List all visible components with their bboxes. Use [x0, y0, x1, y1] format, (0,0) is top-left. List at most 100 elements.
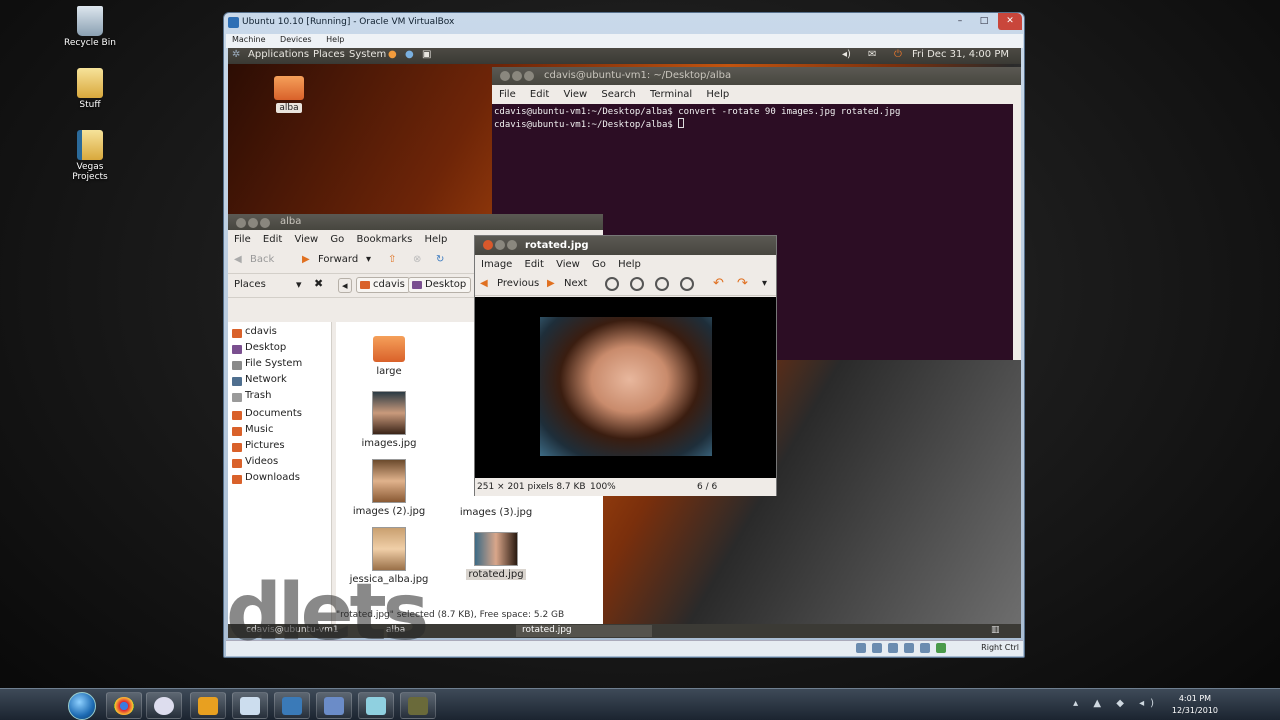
- menu-edit[interactable]: Edit: [525, 259, 544, 270]
- hdd-icon[interactable]: [856, 643, 866, 653]
- maximize-button[interactable]: [524, 71, 534, 81]
- menu-machine[interactable]: Machine: [226, 34, 272, 45]
- menu-file[interactable]: File: [499, 89, 516, 100]
- taskbar-vpn[interactable]: [146, 692, 182, 719]
- desktop-folder-alba[interactable]: alba: [272, 76, 306, 113]
- volume-icon[interactable]: ◂): [842, 49, 851, 60]
- sidebar-item-file-system[interactable]: File System: [228, 358, 331, 374]
- menu-image[interactable]: Image: [481, 259, 512, 270]
- up-arrow-icon[interactable]: ⇧: [388, 254, 396, 265]
- menu-go[interactable]: Go: [330, 234, 344, 245]
- sidebar-item-trash[interactable]: Trash: [228, 390, 331, 406]
- system-tray[interactable]: ▴ ▲ ◆ ◂): [1073, 698, 1160, 709]
- zoom-in-icon[interactable]: [605, 277, 619, 291]
- chevron-down-icon[interactable]: ▾: [366, 254, 371, 265]
- maximize-button[interactable]: □: [972, 13, 996, 30]
- stop-icon[interactable]: ⊗: [413, 254, 421, 265]
- places-menu[interactable]: Places: [313, 49, 345, 60]
- file-item[interactable]: images (2).jpg: [339, 459, 439, 517]
- next-button[interactable]: Next: [564, 278, 587, 289]
- guest-screen[interactable]: ✲ Applications Places System ● ● ▣ ◂) ✉ …: [228, 48, 1021, 638]
- menu-help[interactable]: Help: [618, 259, 641, 270]
- taskbar-explorer[interactable]: [232, 692, 268, 719]
- breadcrumb-left-arrow[interactable]: ◂: [338, 278, 352, 293]
- close-button[interactable]: [236, 218, 246, 228]
- image-viewer-window[interactable]: rotated.jpg Image Edit View Go Help ◀ Pr…: [474, 235, 777, 496]
- zoom-normal-icon[interactable]: [655, 277, 669, 291]
- taskbar-virtualbox[interactable]: [316, 692, 352, 719]
- start-button[interactable]: [68, 692, 96, 720]
- menu-devices[interactable]: Devices: [274, 34, 318, 45]
- sidebar-item-cdavis[interactable]: cdavis: [228, 326, 331, 342]
- menu-search[interactable]: Search: [601, 89, 635, 100]
- chevron-down-icon[interactable]: ▾: [296, 278, 302, 291]
- minimize-button[interactable]: [495, 240, 505, 250]
- applications-menu[interactable]: Applications: [248, 49, 309, 60]
- file-item[interactable]: images.jpg: [339, 391, 439, 449]
- menu-help[interactable]: Help: [425, 234, 448, 245]
- reload-icon[interactable]: ↻: [436, 254, 444, 265]
- terminal-output[interactable]: cdavis@ubuntu-vm1:~/Desktop/alba$ conver…: [492, 104, 1021, 133]
- power-icon[interactable]: ⏻: [894, 49, 902, 60]
- maximize-button[interactable]: [260, 218, 270, 228]
- trash-icon[interactable]: ▥: [985, 625, 1006, 637]
- zoom-out-icon[interactable]: [630, 277, 644, 291]
- menu-help[interactable]: Help: [320, 34, 350, 45]
- sidebar-item-music[interactable]: Music: [228, 424, 331, 440]
- minimize-button[interactable]: [512, 71, 522, 81]
- help-icon[interactable]: ●: [405, 49, 414, 60]
- taskbar-recorder[interactable]: [400, 692, 436, 719]
- chevron-down-icon[interactable]: ▾: [762, 278, 767, 289]
- menu-bookmarks[interactable]: Bookmarks: [356, 234, 412, 245]
- desktop-icon-stuff[interactable]: Stuff: [60, 68, 120, 110]
- firefox-icon[interactable]: ●: [388, 49, 397, 60]
- back-button[interactable]: Back: [250, 254, 274, 265]
- taskbar-app[interactable]: [190, 692, 226, 719]
- mouse-integration-icon[interactable]: [936, 643, 946, 653]
- close-button[interactable]: [483, 240, 493, 250]
- close-button[interactable]: [500, 71, 510, 81]
- file-item-selected[interactable]: rotated.jpg: [446, 532, 546, 580]
- rotate-right-icon[interactable]: ↷: [737, 276, 748, 291]
- sidebar-item-videos[interactable]: Videos: [228, 456, 331, 472]
- zoom-fit-icon[interactable]: [680, 277, 694, 291]
- menu-go[interactable]: Go: [592, 259, 606, 270]
- menu-view[interactable]: View: [556, 259, 580, 270]
- panel-clock[interactable]: Fri Dec 31, 4:00 PM: [912, 49, 1009, 60]
- shared-folders-icon[interactable]: [904, 643, 914, 653]
- menu-edit[interactable]: Edit: [263, 234, 282, 245]
- system-menu[interactable]: System: [349, 49, 386, 60]
- menu-terminal[interactable]: Terminal: [650, 89, 692, 100]
- sidebar-item-downloads[interactable]: Downloads: [228, 472, 331, 488]
- desktop-icon-vegas-projects[interactable]: Vegas Projects: [60, 130, 120, 182]
- taskbar-window[interactable]: [274, 692, 310, 719]
- cd-icon[interactable]: [872, 643, 882, 653]
- close-sidebar-icon[interactable]: ✖: [314, 277, 323, 290]
- sidebar-item-pictures[interactable]: Pictures: [228, 440, 331, 456]
- places-selector[interactable]: Places: [234, 279, 266, 290]
- desktop-icon-recycle-bin[interactable]: Recycle Bin: [60, 6, 120, 48]
- taskbar-editor[interactable]: [358, 692, 394, 719]
- menu-view[interactable]: View: [563, 89, 587, 100]
- sidebar-item-desktop[interactable]: Desktop: [228, 342, 331, 358]
- minimize-button[interactable]: [248, 218, 258, 228]
- mail-icon[interactable]: ✉: [868, 49, 876, 60]
- menu-edit[interactable]: Edit: [530, 89, 549, 100]
- breadcrumb-cdavis[interactable]: cdavis: [356, 277, 410, 293]
- terminal-scrollbar[interactable]: [1013, 104, 1021, 360]
- sidebar-item-documents[interactable]: Documents: [228, 408, 331, 424]
- maximize-button[interactable]: [507, 240, 517, 250]
- menu-help[interactable]: Help: [706, 89, 729, 100]
- network-icon[interactable]: [920, 643, 930, 653]
- breadcrumb-desktop[interactable]: Desktop: [408, 277, 472, 293]
- menu-file[interactable]: File: [234, 234, 251, 245]
- file-item[interactable]: large: [339, 336, 439, 377]
- sidebar-item-network[interactable]: Network: [228, 374, 331, 390]
- rotate-left-icon[interactable]: ↶: [713, 276, 724, 291]
- forward-button[interactable]: Forward: [318, 254, 358, 265]
- menu-view[interactable]: View: [294, 234, 318, 245]
- terminal-launcher-icon[interactable]: ▣: [422, 49, 431, 60]
- windows-clock[interactable]: 4:01 PM 12/31/2010: [1172, 693, 1218, 717]
- previous-button[interactable]: Previous: [497, 278, 539, 289]
- minimize-button[interactable]: –: [948, 13, 972, 30]
